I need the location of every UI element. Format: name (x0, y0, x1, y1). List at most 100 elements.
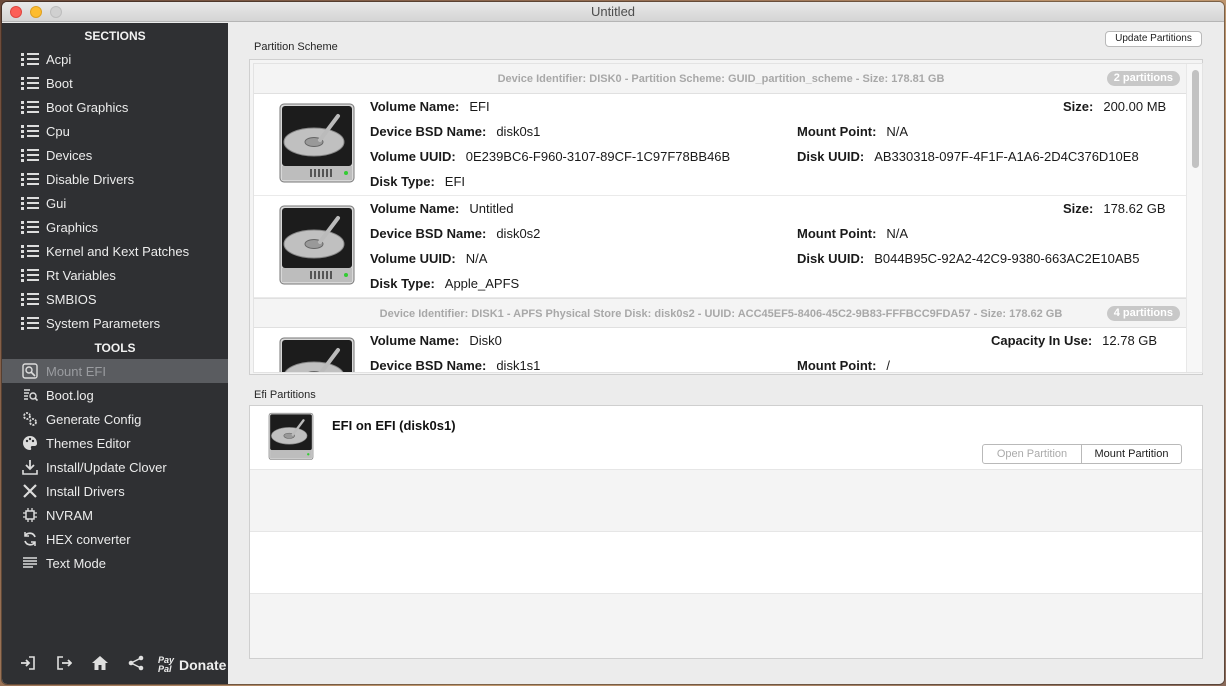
sidebar-tool-label: Themes Editor (46, 435, 131, 451)
volume-row[interactable]: Volume Name: Disk0 Device BSD Name: disk1s… (254, 328, 1188, 372)
sidebar-item-label: Kernel and Kext Patches (46, 243, 190, 259)
mount-point-field: Mount Point: N/A (797, 124, 908, 139)
device-header-text: Device Identifier: DISK1 - APFS Physical… (379, 308, 1063, 320)
donate-button[interactable]: Pay Pal Donate (158, 656, 226, 674)
list-icon (20, 268, 40, 282)
sidebar-tool-hex-converter[interactable]: HEX converter (2, 527, 228, 551)
sidebar-item-smbios[interactable]: SMBIOS (2, 287, 228, 311)
sidebar-item-graphics[interactable]: Graphics (2, 215, 228, 239)
sidebar-item-acpi[interactable]: Acpi (2, 47, 228, 71)
sidebar-tool-themes-editor[interactable]: Themes Editor (2, 431, 228, 455)
volume-uuid-field: Volume UUID: 0E239BC6-F960-3107-89CF-1C97… (370, 149, 730, 164)
volume-name-field: Volume Name: Untitled (370, 201, 513, 216)
list-icon (20, 172, 40, 186)
export-icon[interactable] (46, 655, 82, 676)
sidebar-tool-label: Mount EFI (46, 363, 106, 379)
list-icon (21, 268, 39, 282)
device-bsd-name-field: Device BSD Name: disk0s1 (370, 124, 540, 139)
empty-row (250, 594, 1202, 658)
sidebar-tool-install-update-clover[interactable]: Install/Update Clover (2, 455, 228, 479)
hard-disk-icon (276, 204, 358, 293)
update-partitions-button[interactable]: Update Partitions (1105, 31, 1202, 47)
field-key: Disk Type: (370, 174, 435, 189)
hard-disk-icon (276, 336, 358, 372)
import-icon[interactable] (10, 655, 46, 676)
open-partition-button[interactable]: Open Partition (982, 444, 1082, 464)
share-icon[interactable] (118, 655, 154, 676)
sidebar-item-gui[interactable]: Gui (2, 191, 228, 215)
vertical-scrollbar[interactable] (1186, 64, 1202, 372)
field-value: N/A (465, 251, 488, 266)
device-bsd-name-field: Device BSD Name: disk0s2 (370, 226, 540, 241)
field-value: 12.78 GB (1102, 333, 1158, 348)
efi-partitions-panel: EFI on EFI (disk0s1) Open Partition Moun… (249, 405, 1203, 659)
partition-list[interactable]: Device Identifier: DISK0 - Partition Sch… (254, 64, 1188, 372)
sidebar-item-rt-variables[interactable]: Rt Variables (2, 263, 228, 287)
sidebar-tool-boot-log[interactable]: Boot.log (2, 383, 228, 407)
device-header: Device Identifier: DISK0 - Partition Sch… (254, 64, 1188, 94)
app-window: Untitled SECTIONS Acpi Boot Boot Graphics C… (2, 2, 1224, 684)
donate-label: Donate (179, 657, 227, 673)
volume-row[interactable]: Volume Name: EFI Device BSD Name: disk0s1 … (254, 94, 1188, 196)
sidebar-item-cpu[interactable]: Cpu (2, 119, 228, 143)
zoom-window-button[interactable] (50, 6, 62, 18)
sidebar-item-label: Acpi (46, 51, 72, 67)
title-bar: Untitled (2, 2, 1224, 22)
home-icon[interactable] (82, 655, 118, 676)
sidebar-tool-mount-efi[interactable]: Mount EFI (2, 359, 228, 383)
volume-name-field: Volume Name: EFI (370, 99, 490, 114)
sidebar-tool-install-drivers[interactable]: Install Drivers (2, 479, 228, 503)
field-key: Device BSD Name: (370, 358, 487, 372)
scrollbar-thumb[interactable] (1192, 70, 1199, 168)
device-header: Device Identifier: DISK1 - APFS Physical… (254, 298, 1188, 328)
field-value: Untitled (469, 201, 514, 216)
hard-disk-icon (276, 102, 358, 191)
volume-row[interactable]: Volume Name: Untitled Device BSD Name: dis… (254, 196, 1188, 298)
list-icon (21, 124, 39, 138)
disk-type-field: Disk Type: EFI (370, 174, 465, 189)
list-icon (20, 196, 40, 210)
list-icon (21, 220, 39, 234)
sidebar-item-devices[interactable]: Devices (2, 143, 228, 167)
list-icon (21, 172, 39, 186)
sidebar-tool-generate-config[interactable]: Generate Config (2, 407, 228, 431)
field-value: EFI (469, 99, 490, 114)
efi-partition-row[interactable]: EFI on EFI (disk0s1) Open Partition Moun… (250, 406, 1202, 470)
sidebar-tool-text-mode[interactable]: Text Mode (2, 551, 228, 575)
mount-efi-icon (20, 363, 40, 379)
list-icon (20, 76, 40, 90)
sidebar-item-disable-drivers[interactable]: Disable Drivers (2, 167, 228, 191)
device-header-text: Device Identifier: DISK0 - Partition Sch… (497, 73, 945, 85)
list-icon (21, 52, 39, 66)
mount-partition-button[interactable]: Mount Partition (1081, 444, 1182, 464)
sidebar-item-label: Cpu (46, 123, 70, 139)
empty-row (250, 532, 1202, 594)
sidebar-tool-label: Generate Config (46, 411, 142, 427)
sidebar-item-boot-graphics[interactable]: Boot Graphics (2, 95, 228, 119)
field-value: EFI (444, 174, 466, 189)
list-icon (20, 124, 40, 138)
field-value: 200.00 MB (1103, 99, 1167, 114)
sidebar-item-label: Rt Variables (46, 267, 116, 283)
field-value: 0E239BC6-F960-3107-89CF-1C97F78BB46B (465, 149, 731, 164)
sidebar-item-label: Devices (46, 147, 93, 163)
tools-header: TOOLS (94, 341, 136, 355)
sidebar-tool-nvram[interactable]: NVRAM (2, 503, 228, 527)
volume-uuid-field: Volume UUID: N/A (370, 251, 487, 266)
field-key: Capacity In Use: (991, 333, 1093, 348)
sidebar-item-system-parameters[interactable]: System Parameters (2, 311, 228, 335)
sidebar-tool-label: HEX converter (46, 531, 131, 547)
field-value: Disk0 (469, 333, 502, 348)
field-key: Device BSD Name: (370, 226, 487, 241)
gears-icon (20, 411, 40, 427)
sidebar-item-boot[interactable]: Boot (2, 71, 228, 95)
mount-point-field: Mount Point: N/A (797, 226, 908, 241)
list-icon (21, 244, 39, 258)
sidebar-item-label: Disable Drivers (46, 171, 135, 187)
efi-partition-title: EFI on EFI (disk0s1) (332, 418, 456, 433)
sidebar-item-kernel-and-kext-patches[interactable]: Kernel and Kext Patches (2, 239, 228, 263)
minimize-window-button[interactable] (30, 6, 42, 18)
close-window-button[interactable] (10, 6, 22, 18)
sidebar-tool-label: Boot.log (46, 387, 94, 403)
sidebar: SECTIONS Acpi Boot Boot Graphics Cpu Devices… (2, 23, 228, 684)
